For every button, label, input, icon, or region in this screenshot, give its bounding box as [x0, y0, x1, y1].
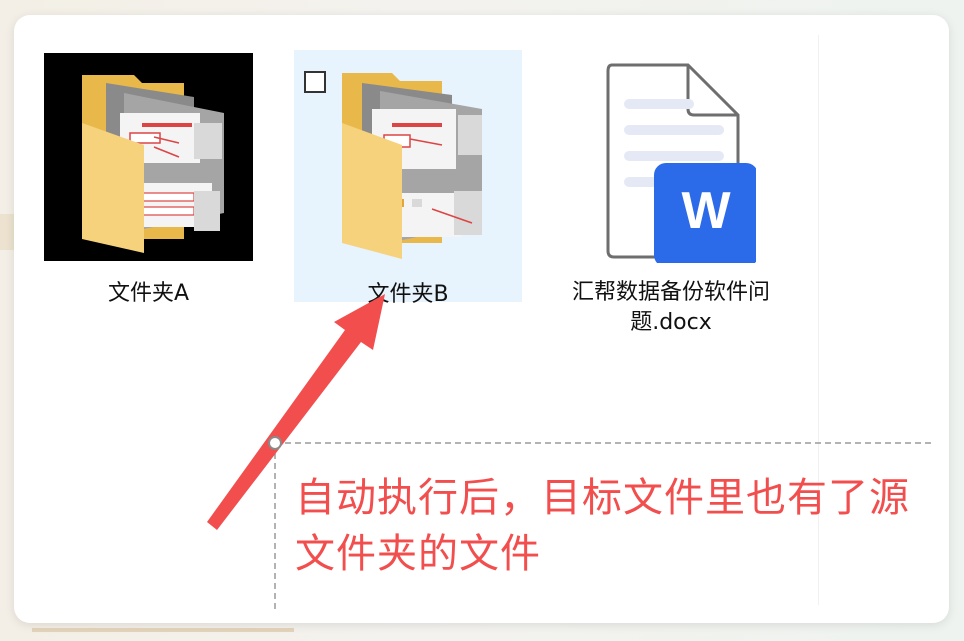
- file-name-label: 汇帮数据备份软件问题.docx: [571, 280, 770, 335]
- word-badge-letter: W: [681, 182, 731, 240]
- folder-icon: [332, 73, 492, 263]
- word-document-icon: W: [586, 53, 758, 267]
- file-item-docx[interactable]: W 汇帮数据备份软件问题.docx: [566, 53, 776, 343]
- annotation-text: 自动执行后，目标文件里也有了源文件夹的文件: [295, 475, 910, 577]
- file-name-label: 文件夹B: [367, 282, 449, 307]
- file-item-folder-b[interactable]: 文件夹B: [294, 50, 522, 307]
- file-name-label: 文件夹A: [107, 281, 190, 306]
- background-bar: [32, 628, 294, 632]
- folder-icon: [44, 53, 253, 261]
- select-checkbox[interactable]: [304, 71, 326, 93]
- file-item-folder-a[interactable]: 文件夹A: [44, 53, 253, 306]
